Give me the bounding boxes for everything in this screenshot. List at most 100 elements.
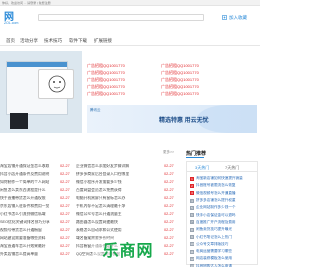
news-row: 闲鱼怎么卖东西流程是什么 02-27 百度网盘会员怎么免费获得 02-27: [0, 188, 180, 196]
hot-item-title[interactable]: 百度推广开户流程及费用: [196, 220, 258, 225]
ad-link[interactable]: 广告招租QQ1001770: [161, 90, 199, 97]
hot-item-title[interactable]: 小红书笔记怎么上热门: [196, 235, 258, 240]
hot-item[interactable]: 4 拼多多店铺怎么提升权重: [190, 197, 258, 204]
nav-item-software[interactable]: 软件下载: [69, 38, 87, 44]
ad-link[interactable]: 广告招租QQ1001770: [87, 83, 125, 90]
news-row: 小红书怎么引流到微信私域 02-27 微信公众号怎么开通流量主 02-27: [0, 212, 180, 220]
news-row: 快手直播带货怎么开通权限 02-27 电脑开机黑屏只有鼠标怎么办 02-27: [0, 196, 180, 204]
news-title-right[interactable]: 企业微信怎么添加好友步骤详解: [76, 164, 160, 169]
hot-item[interactable]: 13 抖音团购达人怎么申请: [190, 263, 258, 267]
hot-item[interactable]: 7 百度推广开户流程及费用: [190, 219, 258, 226]
news-date-right: 02-27: [164, 220, 174, 224]
hot-rank-badge: 7: [190, 220, 194, 225]
news-date-right: 02-27: [164, 228, 174, 232]
hot-item-title[interactable]: 微信视频号怎么开通直播: [196, 191, 258, 196]
add-favorite-label: 加入收藏: [229, 14, 247, 20]
ad-link[interactable]: 广告招租QQ1001770: [87, 90, 125, 97]
hot-item[interactable]: 9 小红书笔记怎么上热门: [190, 233, 258, 240]
news-title-right[interactable]: 微信公众号怎么开通流量主: [76, 212, 160, 217]
news-title-right[interactable]: 拼多多商家后台登录入口在哪里: [76, 172, 160, 177]
news-title-left[interactable]: 视频号带货怎么开通橱窗: [0, 228, 52, 233]
search-input[interactable]: [39, 15, 179, 21]
hot-rank-badge: 6: [190, 213, 194, 218]
news-title-left[interactable]: 小红书怎么引流到微信私域: [0, 212, 52, 217]
news-date-right: 02-27: [164, 212, 174, 216]
ad-link[interactable]: 广告招租QQ1001770: [87, 69, 125, 76]
hot-item[interactable]: 10 公众号文章排版技巧: [190, 241, 258, 248]
news-date-right: 02-27: [164, 172, 174, 176]
news-title-right[interactable]: 电脑开机黑屏只有鼠标怎么办: [76, 196, 160, 201]
news-title-left[interactable]: 京东店铺入驻条件和费用一览: [0, 204, 52, 209]
more-link[interactable]: 更多>>: [163, 150, 174, 155]
hot-item-title[interactable]: 电商运营需要学习哪些: [196, 249, 258, 254]
search-box[interactable]: [38, 14, 204, 21]
news-date-left: 02-27: [60, 180, 70, 184]
featured-image[interactable]: [0, 51, 82, 133]
nav-item-home[interactable]: 首页: [6, 38, 15, 44]
news-date-left: 02-27: [60, 172, 70, 176]
nav-item-links[interactable]: 扩展链接: [94, 38, 112, 44]
ad-link[interactable]: 广告招租QQ1001770: [161, 69, 199, 76]
hot-item[interactable]: 2 抖音账号被限流怎么恢复: [190, 182, 258, 189]
nav-item-tech[interactable]: 技术技巧: [44, 38, 62, 44]
cartoon-icon: [48, 75, 66, 93]
news-title-left[interactable]: 网站建设需要准备哪些资料: [0, 236, 52, 241]
hot-item[interactable]: 12 网店装修模板怎么使用: [190, 255, 258, 262]
hot-item-title[interactable]: 拼多多店铺怎么提升权重: [196, 198, 258, 203]
hot-item[interactable]: 5 企业网站制作多少钱一个: [190, 204, 258, 211]
news-title-left[interactable]: 快手直播带货怎么开通权限: [0, 196, 52, 201]
news-title-left[interactable]: 外卖店铺怎么提高单量: [0, 252, 52, 257]
hot-item-title[interactable]: 闲鱼卖货技巧提升曝光: [196, 227, 258, 232]
news-date-left: 02-27: [60, 212, 70, 216]
news-title-right[interactable]: 手机内存不足怎么清理最干净: [76, 204, 160, 209]
hot-item-title[interactable]: 快手小店保证金可以退吗: [196, 213, 258, 218]
tab-3-day-hot[interactable]: 3天热门: [195, 165, 209, 171]
nav-item-activity[interactable]: 活动分享: [20, 38, 38, 44]
hot-section-title: 热门推荐: [186, 151, 207, 157]
ad-links-left: 广告招租QQ1001770 广告招租QQ1001770 广告招租QQ100177…: [87, 62, 125, 97]
tab-7-day-hot[interactable]: 7天热门: [225, 165, 239, 171]
news-date-right: 02-27: [164, 244, 174, 248]
news-title-left[interactable]: SEO优化关键词排名技巧分享: [0, 220, 52, 225]
hot-rank-badge: 5: [190, 205, 194, 210]
news-title-right[interactable]: 微信小程序开发需要多少钱: [76, 180, 160, 185]
banner-text: 精选特惠 用云无忧: [159, 118, 209, 124]
hot-rank-badge: 9: [190, 235, 194, 240]
ad-link[interactable]: 广告招租QQ1001770: [161, 76, 199, 83]
add-favorite-button[interactable]: 加入收藏: [222, 14, 247, 21]
news-title-right[interactable]: 百度网盘会员怎么免费获得: [76, 188, 160, 193]
hot-item-title[interactable]: 抖音账号被限流怎么恢复: [196, 183, 258, 188]
news-title-left[interactable]: 淘宝店铺开通保证金怎么收取: [0, 164, 52, 169]
hot-item[interactable]: 8 闲鱼卖货技巧提升曝光: [190, 226, 258, 233]
main-nav: 首页 活动分享 技术技巧 软件下载 扩展链接: [0, 35, 260, 46]
hot-item-title[interactable]: 淘宝新店铺如何快速提升销量: [196, 176, 258, 181]
banner-logo: 腾讯云: [90, 108, 101, 112]
hot-tabs: 3天热门 7天热门: [187, 162, 257, 172]
hot-item[interactable]: 11 电商运营需要学习哪些: [190, 248, 258, 255]
site-logo-sub: ZOL.com: [4, 21, 19, 25]
ad-banner[interactable]: 腾讯云 精选特惠 用云无忧: [87, 105, 257, 133]
news-row: 京东店铺入驻条件和费用一览 02-27 手机内存不足怎么清理最干净 02-27: [0, 204, 180, 212]
news-date-left: 02-27: [60, 236, 70, 240]
news-date-right: 02-27: [164, 252, 174, 256]
hot-item[interactable]: 1 淘宝新店铺如何快速提升销量: [190, 175, 258, 182]
hot-item-title[interactable]: 网店装修模板怎么使用: [196, 256, 258, 261]
ad-link[interactable]: 广告招租QQ1001770: [161, 62, 199, 69]
hot-rank-badge: 1: [190, 176, 194, 181]
news-title-right[interactable]: 表格怎么自动求和公式使用: [76, 228, 160, 233]
news-title-left[interactable]: 淘宝直通车怎么开效果最好: [0, 244, 52, 249]
news-title-left[interactable]: 闲鱼怎么卖东西流程是什么: [0, 188, 52, 193]
hot-item-title[interactable]: 公众号文章排版技巧: [196, 242, 258, 247]
hot-item-title[interactable]: 企业网站制作多少钱一个: [196, 205, 258, 210]
hot-item[interactable]: 3 微信视频号怎么开通直播: [190, 190, 258, 197]
ad-link[interactable]: 广告招租QQ1001770: [161, 83, 199, 90]
ad-link[interactable]: 广告招租QQ1001770: [87, 76, 125, 83]
news-title-right[interactable]: 路由器怎么设置网速最快: [76, 220, 160, 225]
news-title-left[interactable]: 抖音小店开通条件及费用说明: [0, 172, 52, 177]
news-title-left[interactable]: 如何制作一个简单的个人网站: [0, 180, 52, 185]
hot-item[interactable]: 6 快手小店保证金可以退吗: [190, 211, 258, 218]
news-date-right: 02-27: [164, 180, 174, 184]
hot-rank-badge: 12: [190, 256, 194, 261]
news-date-right: 02-27: [164, 236, 174, 240]
ad-link[interactable]: 广告招租QQ1001770: [87, 62, 125, 69]
